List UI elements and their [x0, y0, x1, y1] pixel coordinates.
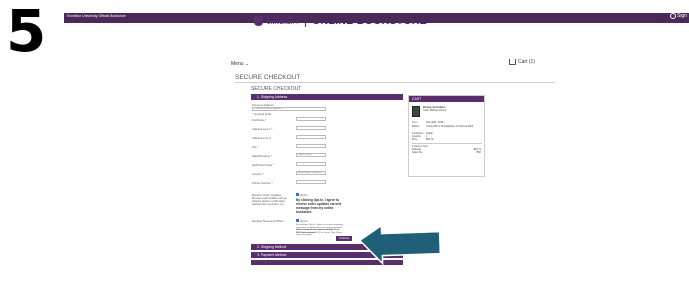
cart-link[interactable]: Cart (1) [509, 59, 535, 65]
uni-line2: UNIVERSITY [267, 20, 300, 26]
phone-label: Phone Number * [252, 181, 273, 185]
cart-row-value: Fall 1948 - 2025 [426, 121, 444, 124]
full-name-input[interactable] [296, 117, 326, 121]
book-cover-image [412, 106, 420, 117]
news-optin-label: Opt-In [300, 219, 308, 223]
section-title: SECURE CHECKOUT [251, 86, 302, 92]
pointer-arrow-icon [360, 225, 442, 266]
zip-label: Zip/Postal Code * [252, 163, 274, 167]
logo-divider [305, 15, 307, 27]
zip-input[interactable] [296, 162, 326, 166]
state-label: State/Province * [252, 154, 273, 158]
city-input[interactable] [296, 144, 326, 148]
store-name-link[interactable]: Excelsior University Official Bookstore [67, 14, 126, 18]
bookstore-title: ONLINE BOOKSTORE [312, 15, 427, 27]
logo[interactable]: EXCELSIOR UNIVERSITY ONLINE BOOKSTORE [254, 15, 427, 27]
address1-input[interactable] [296, 126, 326, 130]
sign-in-label: Sign [676, 13, 687, 19]
news-offers-label: Receive News and Offers [252, 219, 284, 223]
cart-label: Cart (1) [518, 59, 535, 65]
cart-item-author: Clark, Michael (Open) [423, 109, 447, 112]
order-updates-consent: By clicking Opt-In, I agree to receive o… [296, 198, 342, 214]
sms-note: SMS notifications are only available for… [296, 229, 334, 234]
order-updates-checkbox[interactable] [296, 193, 299, 196]
cart-row-key: Price [412, 138, 418, 141]
address1-label: Address Line 1 * [252, 127, 273, 131]
university-shield-icon [254, 16, 263, 26]
user-icon [669, 13, 676, 19]
sales-tax-label: Sales Tax [412, 151, 423, 154]
sign-in-link[interactable]: Sign [669, 13, 687, 19]
country-select[interactable]: United States of America [296, 171, 326, 175]
cart-row-key: Edition [412, 125, 420, 128]
title-divider [235, 82, 555, 83]
address2-input[interactable] [296, 135, 326, 139]
cart-row-key: Term [412, 121, 418, 124]
state-select[interactable]: Select a State [296, 153, 326, 157]
cart-panel-title: CART [409, 96, 484, 102]
order-updates-description: Receive email updates such as shipping d… [252, 197, 287, 206]
country-label: Country * [252, 172, 264, 176]
city-label: City * [252, 145, 259, 149]
address2-label: Address Line 2 [252, 136, 271, 140]
cart-row-value: $64.74 [426, 138, 434, 141]
cart-row-value: Course BIO 170 Adaptation of Cabrera 202… [426, 125, 474, 128]
continue-button[interactable]: Continue [336, 236, 352, 241]
cart-divider [412, 143, 482, 144]
university-name: EXCELSIOR UNIVERSITY [267, 16, 299, 26]
required-note: * required fields [252, 112, 272, 116]
checkout-form: 1. Shipping Address [251, 94, 403, 101]
phone-input[interactable] [296, 180, 326, 184]
cart-icon [509, 59, 516, 65]
page-title: SECURE CHECKOUT [235, 74, 301, 81]
news-offers-checkbox[interactable] [296, 219, 299, 222]
sales-tax-value: TBD [476, 151, 481, 154]
cart-panel: CART Biology 2nd Edition Clark, Michael … [408, 95, 485, 177]
full-name-label: Full Name * [252, 118, 267, 122]
order-updates-optin-label: Opt-In [300, 193, 308, 197]
step-number: 5 [6, 0, 47, 65]
menu-button[interactable]: Menu ⌄ [231, 61, 249, 67]
shipping-address-header[interactable]: 1. Shipping Address [251, 94, 403, 100]
previous-address-select[interactable]: -- Select a Previous Address -- [252, 107, 326, 111]
